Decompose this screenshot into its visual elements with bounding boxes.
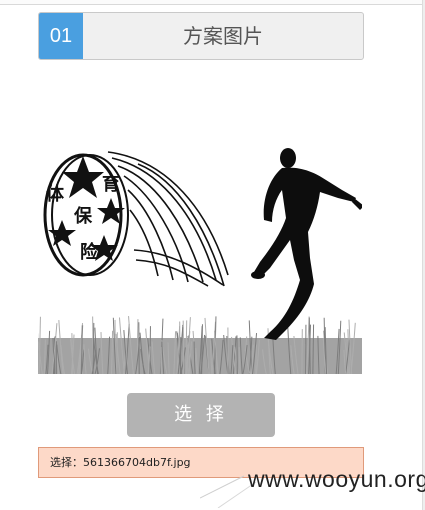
- grass-blade: [255, 344, 257, 374]
- choose-button[interactable]: 选 择: [127, 393, 275, 437]
- football-insurance-illustration: 体 育 保 险: [38, 148, 362, 374]
- grass-blade: [182, 320, 185, 374]
- grass-blade: [312, 324, 315, 374]
- watermark: www.wooyun.org: [248, 466, 425, 492]
- file-prefix: 选择：: [50, 456, 83, 469]
- badge-char-yu: 育: [102, 173, 120, 195]
- badge-ball: 体 育 保 险: [43, 153, 129, 277]
- step-number: 01: [39, 13, 83, 59]
- badge-char-xian: 险: [80, 241, 99, 263]
- grass: [38, 316, 362, 374]
- motion-streaks: [107, 151, 229, 287]
- file-name: 561366704db7f.jpg: [83, 456, 191, 469]
- badge-char-bao: 保: [73, 205, 93, 227]
- browser-top-edge: [0, 0, 425, 5]
- player-silhouette: [251, 148, 362, 340]
- image-preview: 体 育 保 险: [38, 140, 362, 374]
- step-header: 01 方案图片: [38, 12, 364, 60]
- badge-char-ti: 体: [46, 183, 65, 205]
- step-title: 方案图片: [183, 24, 263, 48]
